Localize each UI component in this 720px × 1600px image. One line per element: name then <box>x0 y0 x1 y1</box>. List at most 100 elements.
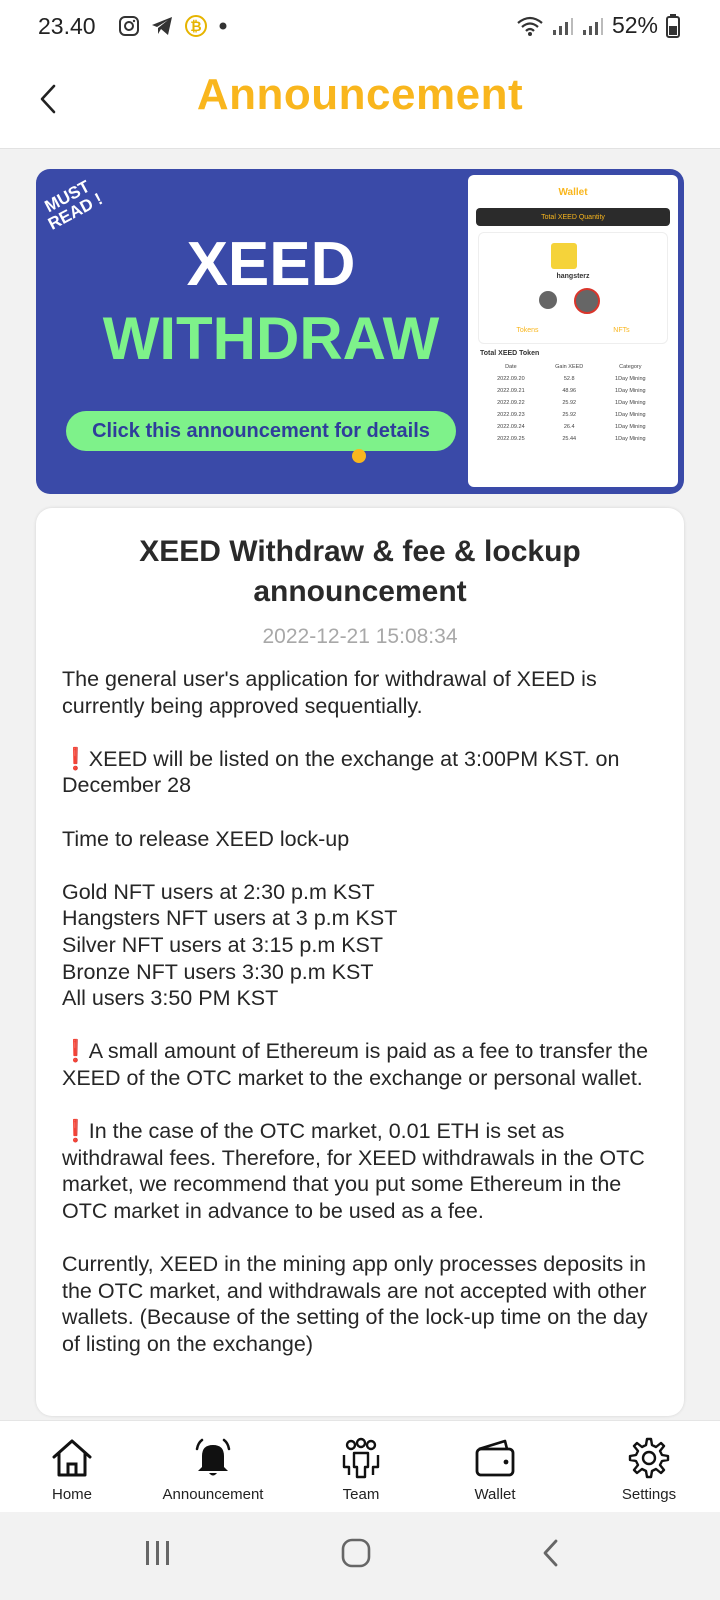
mock-row: 2022.09.23 25.92 1Day Mining <box>482 409 662 421</box>
nav-home-label: Home <box>51 1486 92 1503</box>
mock-row: 2022.09.20 52.8 1Day Mining <box>482 373 662 385</box>
announcement-title: XEED Withdraw & fee & lockup announcemen… <box>139 535 581 608</box>
gear-icon <box>628 1437 670 1479</box>
mock-cell: 1Day Mining <box>615 376 646 382</box>
schedule-line: Silver NFT users at 3:15 p.m KST <box>62 932 384 957</box>
mock-row: 2022.09.24 26.4 1Day Mining <box>482 421 662 433</box>
mock-cell: 1Day Mining <box>615 436 646 442</box>
mock-cell: 2022.09.25 <box>497 436 525 442</box>
mock-cell: 2022.09.21 <box>497 388 525 394</box>
mock-row: 2022.09.25 25.44 1Day Mining <box>482 433 662 445</box>
mock-cell: 2022.09.20 <box>497 376 525 382</box>
mock-cell: 52.8 <box>563 376 575 382</box>
status-right: 52% <box>516 12 680 39</box>
mock-wallet-title: Wallet <box>558 187 588 198</box>
nav-announcement[interactable]: Announcement <box>158 1421 268 1513</box>
instagram-icon <box>119 16 139 36</box>
mock-username: hangsterz <box>556 273 590 280</box>
mock-cell: 2022.09.22 <box>497 400 525 406</box>
mock-cell: 1Day Mining <box>615 400 646 406</box>
bell-icon <box>195 1438 231 1476</box>
mock-row: 2022.09.22 25.92 1Day Mining <box>482 397 662 409</box>
battery-percent: 52% <box>611 12 658 38</box>
telegram-icon <box>152 17 172 35</box>
status-time: 23.40 <box>38 13 96 39</box>
mock-tab-nfts: NFTs <box>613 327 630 334</box>
paragraph-approval: The general user's application for withd… <box>62 667 597 718</box>
mock-cell: 2022.09.24 <box>497 424 525 430</box>
mock-table: Date Gain XEED Category 2022.09.20 52.8 1D… <box>482 361 662 445</box>
exclamation-icon: ❗ <box>62 746 89 771</box>
notification-icons: ₿ <box>118 14 228 38</box>
mock-total-bar: Total XEED Quantity <box>476 208 670 226</box>
mock-th: Gain XEED <box>555 364 584 370</box>
wifi-icon <box>517 16 543 36</box>
mock-cell: 2022.09.23 <box>497 412 525 418</box>
mock-cell: 25.92 <box>562 400 577 406</box>
schedule-line: Bronze NFT users 3:30 p.m KST <box>62 959 374 984</box>
mock-cell: 25.92 <box>562 412 577 418</box>
schedule-line: All users 3:50 PM KST <box>62 986 279 1011</box>
mock-row: 2022.09.21 48.96 1Day Mining <box>482 385 662 397</box>
listing-text: XEED will be listed on the exchange at 3… <box>62 746 620 798</box>
mock-cell: 1Day Mining <box>615 412 646 418</box>
mock-cell: 25.44 <box>562 436 577 442</box>
mock-th: Category <box>619 364 642 370</box>
eth-fee-text: A small amount of Ethereum is paid as a … <box>62 1039 649 1090</box>
bottom-nav: Home Announcement Team Wallet Settings <box>0 1420 720 1513</box>
nav-home[interactable]: Home <box>17 1421 127 1513</box>
exclamation-icon: ❗ <box>62 1039 89 1064</box>
recents-icon[interactable] <box>142 1538 174 1568</box>
mock-cell: 1Day Mining <box>615 388 646 394</box>
mock-th: Date <box>505 364 517 370</box>
nav-settings-label: Settings <box>621 1486 677 1503</box>
paragraph-lockup-heading: Time to release XEED lock-up <box>62 826 350 851</box>
schedule-line: Gold NFT users at 2:30 p.m KST <box>62 879 375 904</box>
dot-icon <box>219 22 227 30</box>
mock-receive-icon <box>539 291 557 309</box>
exclamation-icon: ❗ <box>62 1119 89 1144</box>
announcement-banner[interactable]: MUST READ ! XEED WITHDRAW Click this ann… <box>36 169 684 494</box>
lockup-schedule: Gold NFT users at 2:30 p.m KST Hangsters… <box>62 879 662 1012</box>
banner-xeed: XEED <box>186 230 356 299</box>
nav-team-label: Team <box>342 1486 380 1503</box>
banner-phone-mockup: Wallet Total XEED Quantity hangsterz Tok… <box>468 175 678 487</box>
svg-text:₿: ₿ <box>190 19 201 35</box>
nav-wallet-label: Wallet <box>474 1486 516 1503</box>
paragraph-otc-fee: ❗In the case of the OTC market, 0.01 ETH… <box>62 1118 662 1224</box>
home-button-icon[interactable] <box>340 1538 372 1568</box>
paragraph-eth-fee: ❗A small amount of Ethereum is paid as a… <box>62 1038 662 1091</box>
banner-withdraw: WITHDRAW <box>102 305 440 372</box>
must-read-text: MUST READ ! <box>41 176 106 234</box>
mock-cell: 1Day Mining <box>615 424 646 430</box>
mock-tabs: Tokens NFTs <box>479 327 667 334</box>
bitcoin-icon: ₿ <box>185 15 207 37</box>
paragraph-listing: ❗XEED will be listed on the exchange at … <box>62 746 662 799</box>
announcement-card: XEED Withdraw & fee & lockup announcemen… <box>36 508 684 1416</box>
mock-send-icon <box>574 288 600 314</box>
nav-wallet[interactable]: Wallet <box>440 1421 550 1513</box>
mock-cell: 26.4 <box>563 424 575 430</box>
battery-icon <box>666 13 680 38</box>
status-bar: 23.40 ₿ 52% <box>0 0 720 52</box>
mock-cell: 48.96 <box>562 388 577 394</box>
wallet-icon <box>475 1439 515 1477</box>
otc-fee-text: In the case of the OTC market, 0.01 ETH … <box>62 1119 645 1223</box>
signal-icon <box>552 17 573 35</box>
must-read-badge: MUST READ ! <box>37 175 106 234</box>
announcement-body: The general user's application for withd… <box>62 666 662 1384</box>
schedule-line: Hangsters NFT users at 3 p.m KST <box>62 906 398 931</box>
banner-cta[interactable]: Click this announcement for details <box>66 411 456 451</box>
paragraph-deposits: Currently, XEED in the mining app only p… <box>62 1252 648 1356</box>
mock-profile-card: hangsterz Tokens NFTs <box>478 232 668 344</box>
nav-team[interactable]: Team <box>306 1421 416 1513</box>
team-icon <box>342 1437 380 1479</box>
mock-avatar <box>551 243 577 269</box>
back-button-icon[interactable] <box>536 1538 568 1568</box>
nav-settings[interactable]: Settings <box>594 1421 704 1513</box>
system-nav-bar <box>0 1512 720 1600</box>
announcement-date: 2022-12-21 15:08:34 <box>262 625 458 648</box>
signal-icon-2 <box>582 17 603 35</box>
nav-announcement-label: Announcement <box>162 1486 264 1503</box>
mock-token-label: Total XEED Token <box>480 350 540 357</box>
